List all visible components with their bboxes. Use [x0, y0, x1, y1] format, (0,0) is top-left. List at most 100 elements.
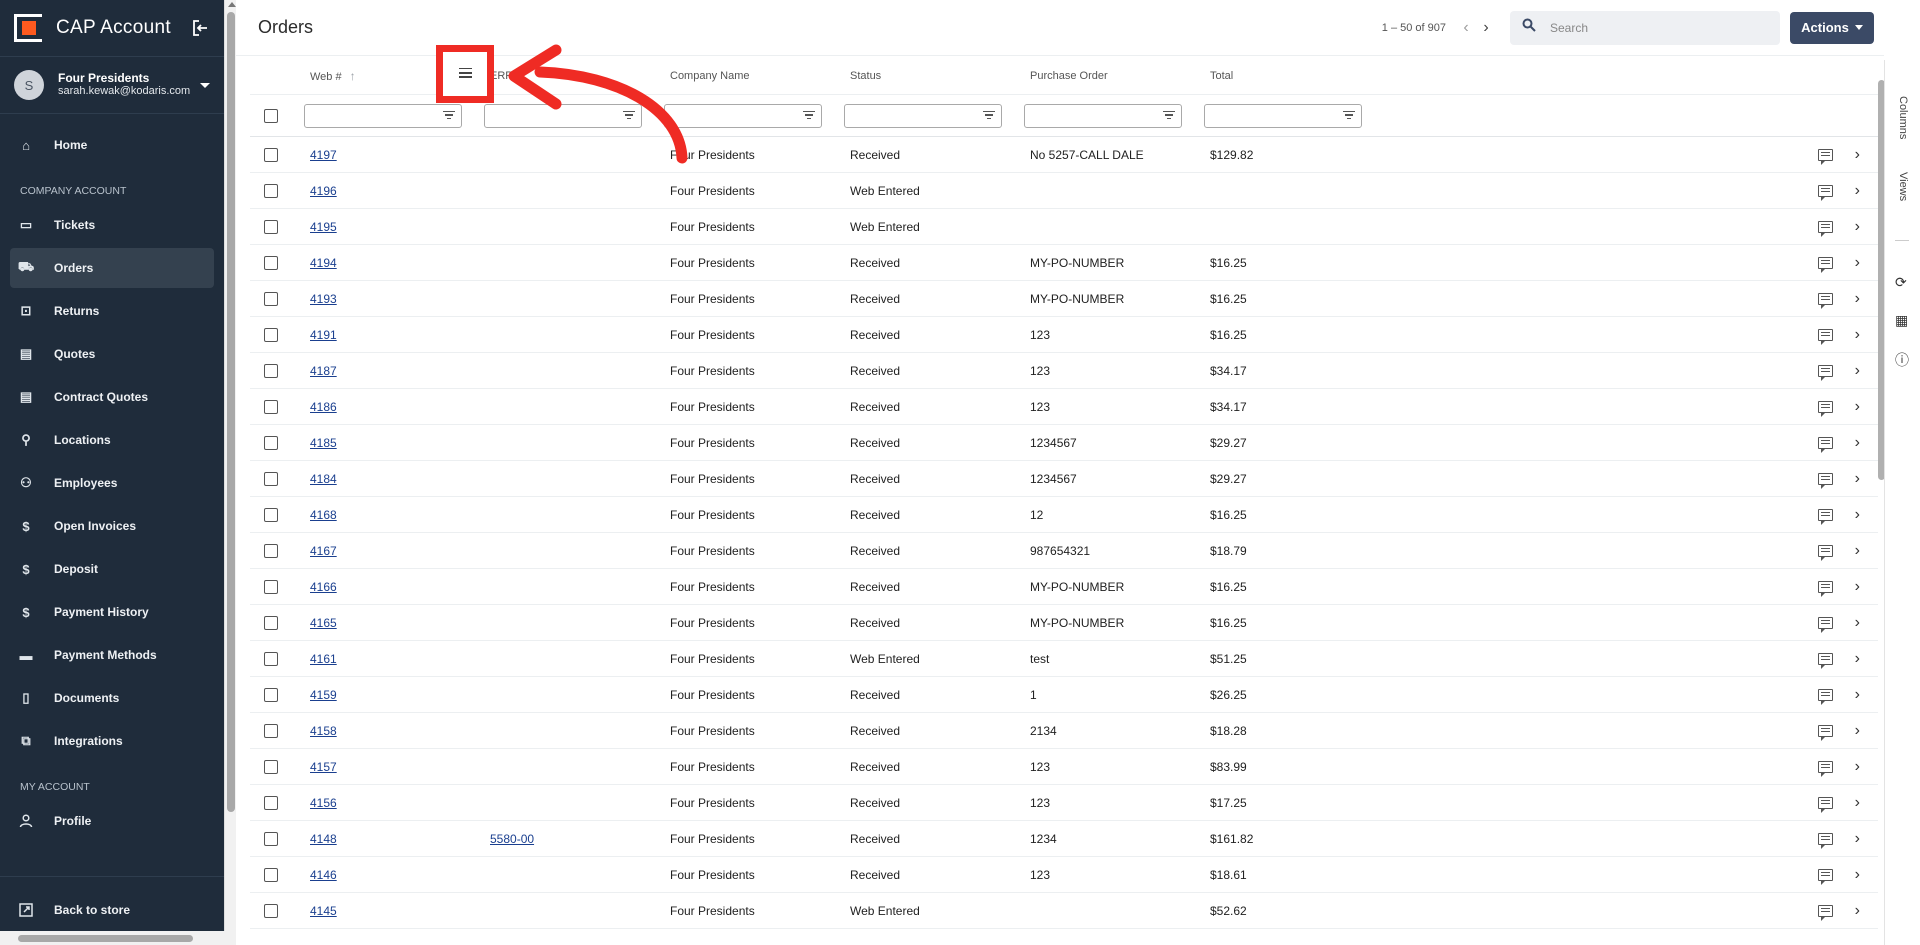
table-row[interactable]: 4193 Four Presidents Received MY-PO-NUMBER $… — [250, 281, 1878, 317]
comment-icon[interactable] — [1817, 220, 1833, 237]
web-order-link[interactable]: 4159 — [310, 688, 337, 702]
filter-icon[interactable] — [443, 110, 455, 121]
column-filter-input[interactable] — [484, 103, 642, 128]
user-switcher[interactable]: S Four Presidents sarah.kewak@kodaris.co… — [0, 56, 224, 114]
column-filter-input[interactable] — [844, 103, 1002, 128]
sidebar-item-quotes[interactable]: ▤ Quotes — [10, 334, 214, 374]
back-to-store-link[interactable]: Back to store — [10, 890, 214, 930]
chevron-right-icon[interactable]: › — [1855, 830, 1860, 848]
web-order-link[interactable]: 4187 — [310, 364, 337, 378]
table-row[interactable]: 4166 Four Presidents Received MY-PO-NUMBER $… — [250, 569, 1878, 605]
comment-icon[interactable] — [1817, 472, 1833, 489]
web-order-link[interactable]: 4158 — [310, 724, 337, 738]
sidebar-item-returns[interactable]: ⊡ Returns — [10, 291, 214, 331]
comment-icon[interactable] — [1817, 724, 1833, 741]
table-row[interactable]: 4195 Four Presidents Web Entered › — [250, 209, 1878, 245]
chevron-right-icon[interactable]: › — [1855, 290, 1860, 308]
sidebar-item-contract-quotes[interactable]: ▤ Contract Quotes — [10, 377, 214, 417]
chevron-right-icon[interactable]: › — [1855, 434, 1860, 452]
row-checkbox[interactable] — [264, 615, 278, 630]
search-box[interactable] — [1510, 10, 1780, 45]
row-checkbox[interactable] — [264, 147, 278, 162]
column-header-purchase-order[interactable]: Purchase Order — [1022, 70, 1202, 82]
sidebar-item-locations[interactable]: ⚲ Locations — [10, 420, 214, 460]
sidebar-scrollbar[interactable] — [224, 0, 236, 945]
table-row[interactable]: 4156 Four Presidents Received 123 $17.25 › — [250, 785, 1878, 821]
column-header-total[interactable]: Total — [1202, 70, 1382, 82]
columns-panel-tab[interactable]: Columns — [1897, 96, 1909, 139]
sort-ascending-icon[interactable]: ↑ — [350, 69, 356, 83]
filter-icon[interactable] — [623, 110, 635, 121]
help-icon[interactable]: ⓘ — [1895, 350, 1909, 370]
comment-icon[interactable] — [1817, 400, 1833, 417]
row-checkbox[interactable] — [264, 723, 278, 738]
row-checkbox[interactable] — [264, 543, 278, 558]
sidebar-item-tickets[interactable]: ▭ Tickets — [10, 205, 214, 245]
chevron-down-icon[interactable] — [200, 82, 210, 88]
comment-icon[interactable] — [1817, 256, 1833, 273]
chevron-right-icon[interactable]: › — [1855, 722, 1860, 740]
sidebar-item-payment-methods[interactable]: ▬ Payment Methods — [10, 635, 214, 675]
chevron-right-icon[interactable]: › — [1855, 578, 1860, 596]
row-checkbox[interactable] — [264, 903, 278, 918]
row-checkbox[interactable] — [264, 867, 278, 882]
column-header-erp[interactable]: ERP # — [482, 70, 662, 82]
chevron-right-icon[interactable]: › — [1855, 686, 1860, 704]
table-row[interactable]: 4148 5580-00 Four Presidents Received 1234 $1… — [250, 821, 1878, 857]
sidebar-item-orders[interactable]: ⛟ Orders — [10, 248, 214, 288]
web-order-link[interactable]: 4195 — [310, 220, 337, 234]
column-filter-input[interactable] — [304, 103, 462, 128]
row-checkbox[interactable] — [264, 399, 278, 414]
comment-icon[interactable] — [1817, 328, 1833, 345]
filter-icon[interactable] — [983, 110, 995, 121]
chevron-right-icon[interactable]: › — [1855, 254, 1860, 272]
filter-icon[interactable] — [1343, 110, 1355, 121]
chevron-right-icon[interactable]: › — [1855, 542, 1860, 560]
row-checkbox[interactable] — [264, 579, 278, 594]
table-row[interactable]: 4157 Four Presidents Received 123 $83.99 › — [250, 749, 1878, 785]
table-row[interactable]: 4145 Four Presidents Web Entered $52.62 › — [250, 893, 1878, 929]
web-order-link[interactable]: 4167 — [310, 544, 337, 558]
row-checkbox[interactable] — [264, 183, 278, 198]
sidebar-item-home[interactable]: ⌂ Home — [10, 125, 214, 165]
row-checkbox[interactable] — [264, 471, 278, 486]
chevron-right-icon[interactable]: › — [1855, 794, 1860, 812]
web-order-link[interactable]: 4161 — [310, 652, 337, 666]
chevron-right-icon[interactable]: › — [1855, 902, 1860, 920]
filter-icon[interactable] — [803, 110, 815, 121]
chevron-right-icon[interactable]: › — [1855, 326, 1860, 344]
column-filter-input[interactable] — [1024, 103, 1182, 128]
select-all-checkbox[interactable] — [264, 108, 278, 123]
table-row[interactable]: 4146 Four Presidents Received 123 $18.61 › — [250, 857, 1878, 893]
chevron-right-icon[interactable]: › — [1855, 218, 1860, 236]
row-checkbox[interactable] — [264, 363, 278, 378]
sidebar-item-open-invoices[interactable]: $ Open Invoices — [10, 506, 214, 546]
comment-icon[interactable] — [1817, 868, 1833, 885]
comment-icon[interactable] — [1817, 544, 1833, 561]
row-checkbox[interactable] — [264, 687, 278, 702]
web-order-link[interactable]: 4148 — [310, 832, 337, 846]
web-order-link[interactable]: 4157 — [310, 760, 337, 774]
table-row[interactable]: 4196 Four Presidents Web Entered › — [250, 173, 1878, 209]
table-row[interactable]: 4197 Four Presidents Received No 5257-CALL … — [250, 137, 1878, 173]
sidebar-item-employees[interactable]: ⚇ Employees — [10, 463, 214, 503]
sidebar-item-integrations[interactable]: ⧉ Integrations — [10, 721, 214, 761]
row-checkbox[interactable] — [264, 651, 278, 666]
chevron-right-icon[interactable]: › — [1855, 470, 1860, 488]
comment-icon[interactable] — [1817, 292, 1833, 309]
row-checkbox[interactable] — [264, 507, 278, 522]
web-order-link[interactable]: 4166 — [310, 580, 337, 594]
comment-icon[interactable] — [1817, 904, 1833, 921]
table-row[interactable]: 4159 Four Presidents Received 1 $26.25 › — [250, 677, 1878, 713]
row-checkbox[interactable] — [264, 831, 278, 846]
web-order-link[interactable]: 4145 — [310, 904, 337, 918]
row-checkbox[interactable] — [264, 795, 278, 810]
table-row[interactable]: 4167 Four Presidents Received 987654321 $18.… — [250, 533, 1878, 569]
prev-page-button[interactable]: ‹ — [1456, 18, 1476, 38]
search-input[interactable] — [1550, 20, 1750, 35]
table-row[interactable]: 4187 Four Presidents Received 123 $34.17 › — [250, 353, 1878, 389]
comment-icon[interactable] — [1817, 580, 1833, 597]
refresh-icon[interactable]: ⟳ — [1895, 274, 1907, 291]
sidebar-horizontal-scrollbar[interactable] — [0, 931, 236, 945]
table-row[interactable]: 4194 Four Presidents Received MY-PO-NUMBER $… — [250, 245, 1878, 281]
